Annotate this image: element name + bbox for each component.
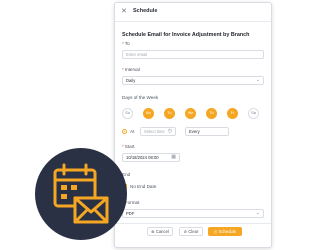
to-label-row: *To	[122, 41, 130, 46]
interval-label: Interval	[124, 67, 140, 72]
time-placeholder: Select time	[144, 129, 165, 134]
calendar-icon: ▦	[171, 154, 176, 160]
to-label: To	[124, 41, 130, 46]
required-marker: *	[122, 41, 124, 46]
clear-label: Clear	[188, 229, 199, 234]
close-icon[interactable]: ✕	[121, 7, 127, 15]
calendar-envelope-icon	[53, 163, 109, 224]
every-input[interactable]: Every	[185, 127, 229, 136]
to-placeholder: Enter email	[126, 52, 148, 57]
schedule-label: Schedule	[218, 229, 237, 234]
format-value: PDF	[126, 211, 135, 216]
dialog-title: Schedule	[133, 8, 158, 14]
at-label: At	[130, 129, 135, 134]
day-sunday[interactable]: Su	[122, 108, 133, 119]
clock-icon: ◷	[167, 128, 172, 134]
clear-button[interactable]: ⊘ Clear	[179, 227, 203, 236]
day-monday[interactable]: Mo	[143, 108, 154, 119]
chevron-down-icon: ⌄	[255, 77, 260, 83]
schedule-badge	[35, 148, 127, 240]
day-tuesday[interactable]: Tu	[164, 108, 175, 119]
chevron-down-icon: ⌄	[255, 210, 260, 216]
schedule-button[interactable]: ◴ Schedule	[208, 227, 242, 236]
cancel-label: Cancel	[155, 229, 169, 234]
dialog-header: ✕ Schedule	[115, 3, 271, 22]
interval-select[interactable]: Daily ⌄	[122, 76, 264, 85]
start-datetime-input[interactable]: 10/18/2024 08:00 ▦	[122, 153, 180, 162]
day-friday[interactable]: Fr	[227, 108, 238, 119]
dialog-heading: Schedule Email for Invoice Adjustment by…	[122, 32, 250, 38]
no-end-date-label: No End Date	[130, 184, 157, 189]
at-radio[interactable]	[122, 129, 127, 134]
time-input[interactable]: Select time ◷	[140, 127, 176, 136]
day-wednesday[interactable]: We	[185, 108, 196, 119]
day-thursday[interactable]: Th	[206, 108, 217, 119]
required-marker: *	[122, 67, 124, 72]
days-label: Days of the Week	[122, 95, 159, 100]
to-input[interactable]: Enter email	[122, 50, 264, 59]
cancel-button[interactable]: ⊗ Cancel	[147, 227, 173, 236]
start-value: 10/18/2024 08:00	[126, 155, 159, 160]
interval-value: Daily	[126, 78, 136, 83]
schedule-dialog: ✕ Schedule Schedule Email for Invoice Ad…	[114, 2, 272, 248]
day-saturday[interactable]: Sa	[248, 108, 259, 119]
format-select[interactable]: PDF ⌄	[122, 209, 264, 218]
interval-label-row: *Interval	[122, 67, 140, 72]
every-label: Every	[189, 129, 200, 134]
footer-divider	[115, 223, 271, 224]
